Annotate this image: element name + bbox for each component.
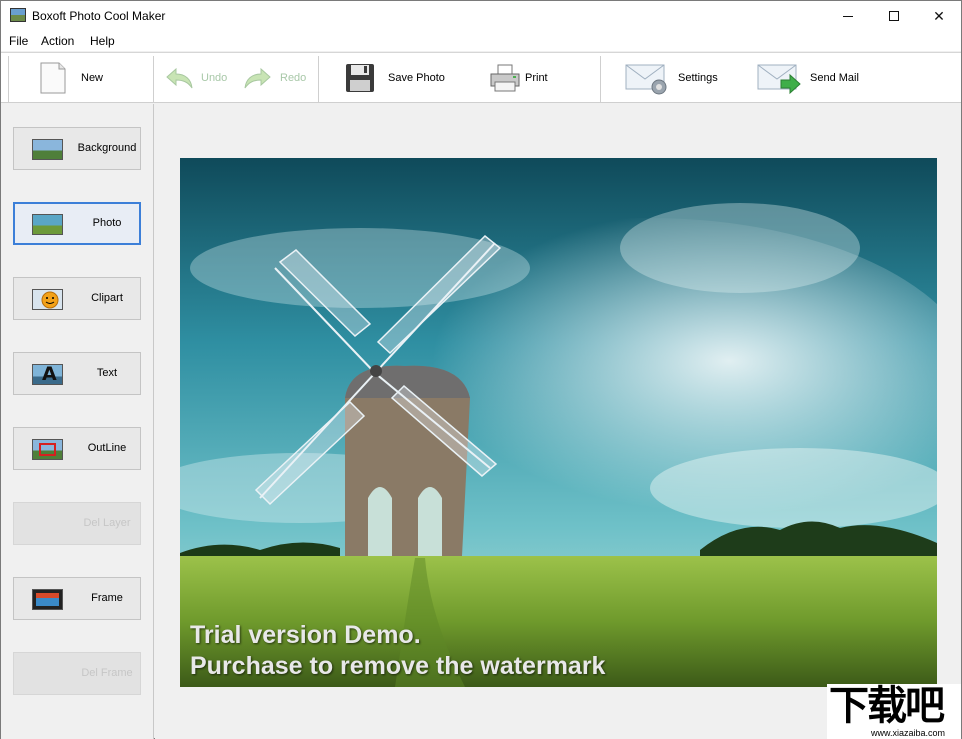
toolbar-separator bbox=[153, 56, 154, 102]
maximize-button[interactable] bbox=[871, 1, 917, 31]
canvas-area: Trial version Demo. Purchase to remove t… bbox=[155, 104, 961, 739]
photo-icon bbox=[32, 214, 63, 235]
text-button[interactable]: A Text bbox=[13, 352, 141, 395]
frame-button[interactable]: Frame bbox=[13, 577, 141, 620]
minimize-button[interactable] bbox=[825, 1, 871, 31]
maximize-icon bbox=[889, 11, 899, 21]
new-label: New bbox=[81, 72, 104, 84]
clipart-button[interactable]: Clipart bbox=[13, 277, 141, 320]
frame-label: Frame bbox=[91, 592, 123, 604]
site-logo-url: www.xiazaiba.com bbox=[871, 728, 946, 738]
new-button[interactable]: New bbox=[37, 53, 103, 103]
background-button[interactable]: Background bbox=[13, 127, 141, 170]
send-mail-button[interactable]: Send Mail bbox=[757, 53, 859, 103]
menu-action[interactable]: Action bbox=[41, 34, 74, 48]
del-frame-button[interactable]: Del Frame bbox=[13, 652, 141, 695]
outline-button[interactable]: OutLine bbox=[13, 427, 141, 470]
new-document-icon bbox=[37, 62, 69, 94]
outline-icon bbox=[32, 439, 63, 460]
redo-icon bbox=[242, 62, 274, 94]
del-frame-label: Del Frame bbox=[81, 667, 133, 679]
text-label: Text bbox=[96, 367, 118, 379]
menu-file[interactable]: File bbox=[9, 34, 28, 48]
print-label: Print bbox=[525, 72, 548, 84]
save-photo-button[interactable]: Save Photo bbox=[344, 53, 445, 103]
site-logo-text: 下载吧 bbox=[829, 683, 945, 729]
windmill-landscape-image bbox=[180, 158, 937, 687]
outline-label: OutLine bbox=[87, 442, 127, 454]
app-window: Boxoft Photo Cool Maker ✕ File Action He… bbox=[0, 0, 962, 739]
menu-bar: File Action Help bbox=[1, 31, 961, 51]
redo-button[interactable]: Redo bbox=[242, 53, 306, 103]
settings-button[interactable]: Settings bbox=[625, 53, 718, 103]
clipart-label: Clipart bbox=[91, 292, 123, 304]
toolbar: New Undo Redo Save Photo Print Settings … bbox=[1, 52, 961, 103]
toolbar-separator bbox=[8, 56, 9, 102]
windmill-photo[interactable]: Trial version Demo. Purchase to remove t… bbox=[180, 158, 937, 687]
undo-label: Undo bbox=[201, 72, 228, 84]
redo-label: Redo bbox=[280, 72, 307, 84]
menu-help[interactable]: Help bbox=[90, 34, 115, 48]
print-button[interactable]: Print bbox=[489, 53, 548, 103]
title-bar: Boxoft Photo Cool Maker ✕ bbox=[1, 1, 961, 31]
text-a-icon: A bbox=[32, 363, 63, 385]
window-title: Boxoft Photo Cool Maker bbox=[32, 9, 166, 23]
del-layer-label: Del Layer bbox=[83, 517, 131, 529]
app-icon bbox=[10, 8, 26, 22]
clipart-smiley-icon bbox=[32, 289, 63, 310]
watermark-line-1: Trial version Demo. bbox=[190, 621, 421, 649]
floppy-disk-icon bbox=[344, 62, 376, 94]
printer-icon bbox=[489, 62, 521, 94]
frame-icon bbox=[32, 589, 63, 610]
save-photo-label: Save Photo bbox=[388, 72, 445, 84]
settings-label: Settings bbox=[678, 72, 718, 84]
undo-icon bbox=[163, 62, 195, 94]
toolbar-separator bbox=[600, 56, 601, 102]
envelope-gear-icon bbox=[625, 62, 671, 95]
close-button[interactable]: ✕ bbox=[916, 1, 962, 31]
close-icon: ✕ bbox=[933, 7, 945, 24]
del-layer-button[interactable]: Del Layer bbox=[13, 502, 141, 545]
toolbar-separator bbox=[318, 56, 319, 102]
envelope-arrow-icon bbox=[757, 62, 803, 95]
minimize-icon bbox=[843, 15, 853, 17]
landscape-icon bbox=[32, 139, 63, 160]
undo-button[interactable]: Undo bbox=[163, 53, 227, 103]
send-mail-label: Send Mail bbox=[810, 72, 859, 84]
tool-panel: Background Photo Clipart A Text OutLine … bbox=[1, 104, 154, 739]
background-label: Background bbox=[77, 142, 137, 154]
watermark-line-2: Purchase to remove the watermark bbox=[190, 652, 606, 680]
photo-button[interactable]: Photo bbox=[13, 202, 141, 245]
site-logo: 下载吧 www.xiazaiba.com bbox=[827, 684, 961, 739]
photo-label: Photo bbox=[92, 217, 122, 229]
